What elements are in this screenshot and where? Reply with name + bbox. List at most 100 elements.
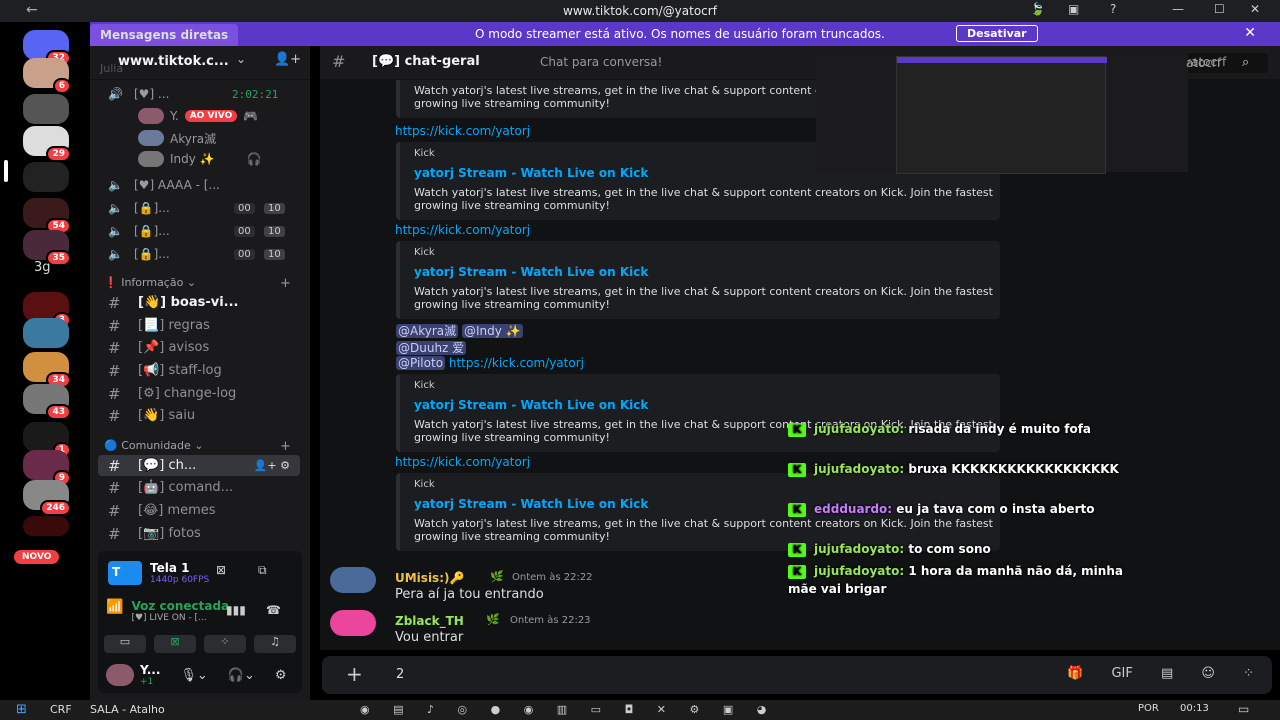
embed-title[interactable]: yatorj Stream - Watch Live on Kick	[414, 398, 648, 412]
server-icon[interactable]: 246	[23, 480, 71, 516]
channel-item[interactable]: # [😂] memes	[98, 500, 300, 521]
add-user-icon[interactable]: 👤+	[274, 52, 301, 67]
taskbar-clock[interactable]: 00:13	[1180, 703, 1209, 714]
browser-url[interactable]: www.tiktok.com/@yatocrf	[0, 4, 1280, 18]
voice-user[interactable]: Akyra滅	[138, 129, 216, 147]
microphone-icon[interactable]: 🎙⌄	[180, 668, 207, 683]
headphones-icon[interactable]: 🎧⌄	[228, 668, 255, 683]
channel-item[interactable]: # [📌] avisos	[98, 337, 300, 358]
voice-status[interactable]: 📶 Voz conectada [♥] LIVE ON - [...	[106, 599, 229, 623]
screen-share-button[interactable]: ⊠	[154, 635, 196, 653]
channel-label: [😂] memes	[138, 503, 216, 518]
server-icon[interactable]: 54	[23, 198, 71, 234]
category-comunidade[interactable]: 🔵 Comunidade ⌄ +	[104, 439, 291, 454]
message-link[interactable]: https://kick.com/yatorj	[395, 455, 530, 469]
server-icon[interactable]	[23, 516, 69, 536]
message-link[interactable]: https://kick.com/yatorj	[449, 356, 584, 370]
embed-title[interactable]: yatorj Stream - Watch Live on Kick	[414, 166, 648, 180]
server-name-text[interactable]: 3g	[34, 260, 51, 275]
screen-share-icon: T	[108, 561, 142, 585]
message-link[interactable]: https://kick.com/yatorj	[395, 223, 530, 237]
soundboard-button[interactable]: ♫	[254, 635, 296, 653]
voice-channel[interactable]: 🔈 [♥] AAAA - [...	[108, 175, 298, 195]
activities-button[interactable]: ⁘	[204, 635, 246, 653]
minimize-icon[interactable]: —	[1172, 2, 1184, 16]
voice-channel-name: [♥] AAAA - [...	[134, 178, 220, 192]
search-icon[interactable]: ⌕	[1242, 55, 1249, 70]
channel-item[interactable]: # [📃] regras	[98, 315, 300, 336]
server-icon[interactable]	[23, 162, 69, 192]
channel-item[interactable]: # [📷] fotos	[98, 523, 300, 544]
maximize-icon[interactable]: ☐	[1214, 2, 1225, 16]
message-author[interactable]: Zblack_TH	[395, 614, 464, 628]
server-icon[interactable]: 43	[23, 384, 71, 420]
taskbar-window[interactable]: SALA - Atalho	[90, 703, 165, 716]
server-header[interactable]: Julia www.tiktok.c... ⌄ 👤+	[90, 46, 310, 80]
avatar[interactable]	[330, 610, 376, 636]
language-indicator[interactable]: POR	[1138, 703, 1159, 714]
disconnect-icon[interactable]: ☎	[266, 603, 281, 617]
disable-streamer-button[interactable]: Desativar	[956, 25, 1038, 42]
soundwave-icon[interactable]: ▮▮▮	[226, 603, 246, 617]
user-mention[interactable]: @Duuhz 爱	[396, 341, 467, 355]
voice-channel[interactable]: 🔈 [🔒]... 00 10	[108, 244, 298, 264]
plus-icon[interactable]: +	[280, 439, 291, 454]
channel-item[interactable]: # [👋] boas-vi...	[98, 292, 300, 313]
close-window-icon[interactable]: ✕	[1250, 2, 1260, 16]
voice-channel[interactable]: 🔈 [🔒]... 00 10	[108, 221, 298, 241]
embed-title[interactable]: yatorj Stream - Watch Live on Kick	[414, 497, 648, 511]
help-icon[interactable]: ?	[1110, 2, 1116, 16]
message-author[interactable]: UMisis:)🔑	[395, 571, 464, 585]
channel-item[interactable]: # [⚙] change-log	[98, 383, 300, 404]
server-icon[interactable]: 34	[23, 352, 71, 388]
user-mention[interactable]: @Akyra滅	[396, 324, 459, 338]
windows-start-icon[interactable]: ⊞	[16, 702, 27, 717]
cast-icon[interactable]: ▣	[1068, 2, 1079, 16]
server-icon[interactable]: 1	[23, 422, 71, 458]
message-composer[interactable]: + 2 🎁 GIF ▤ ☺ ⁘	[322, 656, 1272, 694]
voice-channel[interactable]: 🔈 [🔒]... 00 10	[108, 198, 298, 218]
user-info[interactable]: Y... +1 🎙⌄ 🎧⌄ ⚙	[106, 663, 287, 687]
server-icon[interactable]: 6	[23, 58, 71, 94]
camera-off-button[interactable]: ▭	[104, 635, 146, 653]
channel-topic[interactable]: Chat para conversa!	[540, 55, 662, 69]
channel-item-active[interactable]: # [💬] ch... 👤+ ⚙	[98, 455, 300, 476]
notification-icon[interactable]: ▭	[1238, 702, 1249, 716]
channel-item[interactable]: # [👋] saiu	[98, 405, 300, 426]
server-name[interactable]: www.tiktok.c...	[118, 54, 229, 69]
close-icon[interactable]: ✕	[1244, 25, 1256, 41]
taskbar-apps[interactable]: ◉ ▤ ♪ ◎ ● ◉ ▥ ▭ ◘ ✕ ⚙ ▣ ◕	[360, 703, 766, 716]
leaf-icon[interactable]: 🍃	[1030, 2, 1045, 16]
taskbar-label[interactable]: CRF	[50, 703, 72, 716]
popout-icon[interactable]: ⧉	[258, 563, 267, 578]
voice-user[interactable]: Indy ✨ 🎧	[138, 150, 262, 168]
channel-settings-icons[interactable]: 👤+ ⚙	[254, 459, 290, 472]
voice-channel[interactable]: 🔊 [♥] ... 2:02:21	[108, 84, 298, 104]
user-mention[interactable]: @Piloto	[396, 356, 446, 370]
gear-icon[interactable]: ⚙	[275, 668, 287, 683]
new-label[interactable]: NOVO	[14, 550, 60, 564]
server-icon[interactable]: 9	[23, 450, 71, 486]
server-icon[interactable]: 35	[23, 230, 71, 266]
channel-item[interactable]: # [🤖] comand...	[98, 477, 300, 498]
plus-icon[interactable]: +	[280, 276, 291, 291]
voice-user[interactable]: Y. AO VIVO 🎮	[138, 107, 258, 125]
add-attachment-icon[interactable]: +	[346, 662, 363, 686]
channel-item[interactable]: # [📢] staff-log	[98, 360, 300, 381]
user-mention[interactable]: @Indy ✨	[461, 324, 523, 338]
stop-stream-icon[interactable]: ⊠	[216, 563, 226, 577]
streamer-mode-bar: Mensagens diretas O modo streamer está a…	[90, 22, 1280, 46]
server-icon[interactable]	[23, 94, 69, 124]
server-icon[interactable]: 29	[23, 126, 71, 162]
composer-tools[interactable]: 🎁 GIF ▤ ☺ ⁘	[1067, 666, 1254, 681]
chevron-down-icon[interactable]: ⌄	[236, 52, 246, 66]
speaker-icon: 🔈	[108, 247, 123, 261]
message-link[interactable]: https://kick.com/yatorj	[395, 124, 530, 138]
server-icon[interactable]	[23, 318, 69, 348]
embed-title[interactable]: yatorj Stream - Watch Live on Kick	[414, 265, 648, 279]
message-input[interactable]: 2	[396, 667, 404, 682]
category-informacao[interactable]: ❗ Informação ⌄ +	[104, 276, 291, 291]
avatar[interactable]	[330, 567, 376, 593]
direct-messages-tab[interactable]: Mensagens diretas	[90, 24, 239, 46]
dm-home-button[interactable]: 32	[23, 30, 71, 66]
